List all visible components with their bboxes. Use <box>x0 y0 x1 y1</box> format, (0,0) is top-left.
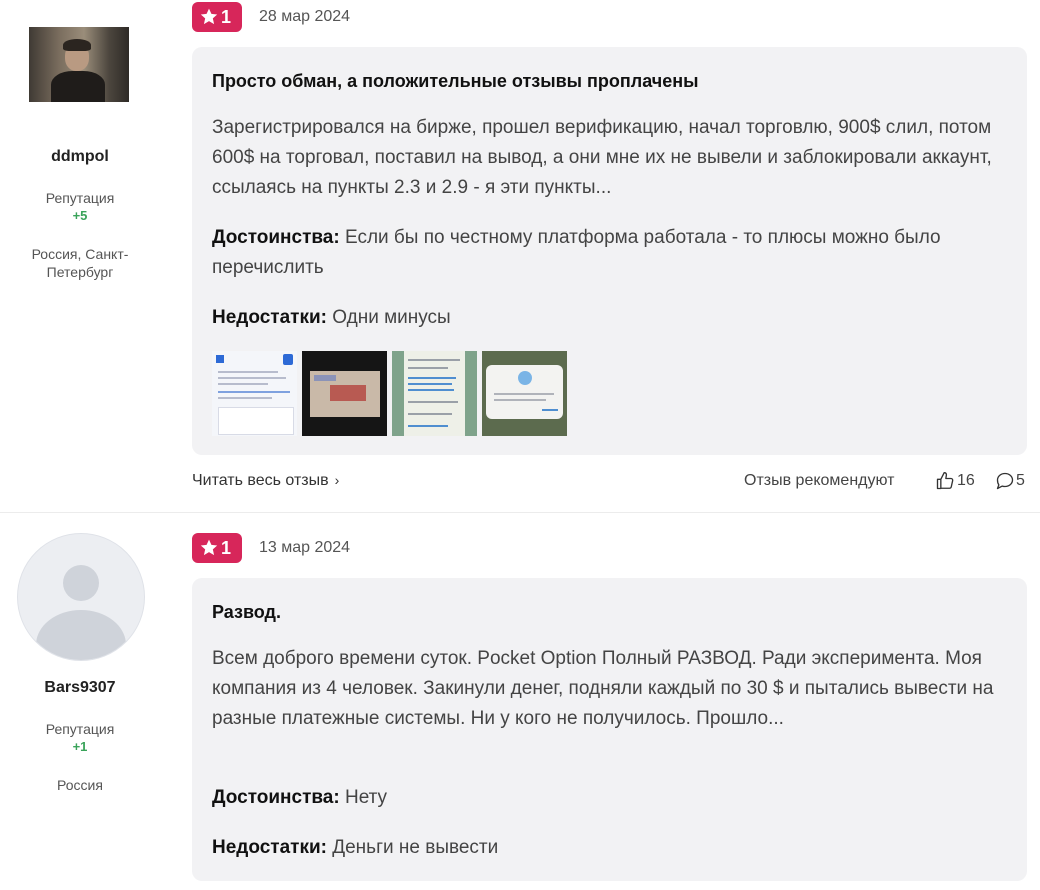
review-pros: Достоинства: Нету <box>212 783 1012 813</box>
recommend-label: Отзыв рекомендуют <box>744 472 895 489</box>
cons-label: Недостатки: <box>212 307 327 328</box>
user-location: Россия <box>57 777 103 793</box>
avatar[interactable] <box>29 27 129 102</box>
photo-thumbnail[interactable] <box>482 351 567 436</box>
review-pros: Достоинства: Если бы по честному платфор… <box>212 223 1012 283</box>
review-date: 13 мар 2024 <box>259 539 351 556</box>
review-text: Всем доброго времени суток. Pocket Optio… <box>212 648 994 729</box>
review-card[interactable]: Просто обман, а положительные отзывы про… <box>192 47 1027 455</box>
rating-badge: 1 <box>192 533 242 563</box>
review-date: 28 мар 2024 <box>259 8 351 25</box>
review-divider <box>0 512 1040 513</box>
review-item: ddmpol Репутация +5 Россия, Санкт-Петерб… <box>0 0 1040 512</box>
review-text: Зарегистрировался на бирже, прошел вериф… <box>212 117 992 198</box>
pros-label: Достоинства: <box>212 787 340 808</box>
rating-value: 1 <box>221 538 232 558</box>
star-icon <box>200 539 218 556</box>
avatar[interactable] <box>17 533 145 661</box>
photo-thumbnail[interactable] <box>212 351 297 436</box>
reputation-value: +1 <box>72 739 88 754</box>
review-cons: Недостатки: Деньги не вывести <box>212 833 1012 863</box>
cons-text: Одни минусы <box>332 307 451 328</box>
username[interactable]: Bars9307 <box>0 679 160 697</box>
review-card[interactable]: Развод. Всем доброго времени суток. Pock… <box>192 578 1027 881</box>
reputation-value: +5 <box>72 208 88 223</box>
rating-badge: 1 <box>192 2 242 32</box>
star-icon <box>200 8 218 25</box>
chevron-right-icon: › <box>334 472 340 488</box>
likes-count: 16 <box>957 472 975 489</box>
comments-count: 5 <box>1016 472 1025 489</box>
rating-value: 1 <box>221 7 232 27</box>
cons-label: Недостатки: <box>212 837 327 858</box>
review-cons: Недостатки: Одни минусы <box>212 303 1012 333</box>
user-location: Россия, Санкт-Петербург <box>31 246 129 280</box>
username[interactable]: ddmpol <box>0 148 160 166</box>
review-title[interactable]: Просто обман, а положительные отзывы про… <box>212 71 698 92</box>
comment-icon <box>996 472 1014 490</box>
pros-text: Нету <box>344 787 388 808</box>
photo-thumbnail[interactable] <box>302 351 387 436</box>
read-more-label: Читать весь отзыв <box>192 472 329 489</box>
review-title[interactable]: Развод. <box>212 602 281 623</box>
reputation-label: Репутация <box>45 190 115 206</box>
cons-text: Деньги не вывести <box>332 837 499 858</box>
reputation-label: Репутация <box>45 721 115 737</box>
read-full-review-link[interactable]: Читать весь отзыв › <box>192 472 339 490</box>
pros-label: Достоинства: <box>212 227 340 248</box>
thumbs-up-icon <box>936 472 954 490</box>
photo-thumbnail[interactable] <box>392 351 477 436</box>
